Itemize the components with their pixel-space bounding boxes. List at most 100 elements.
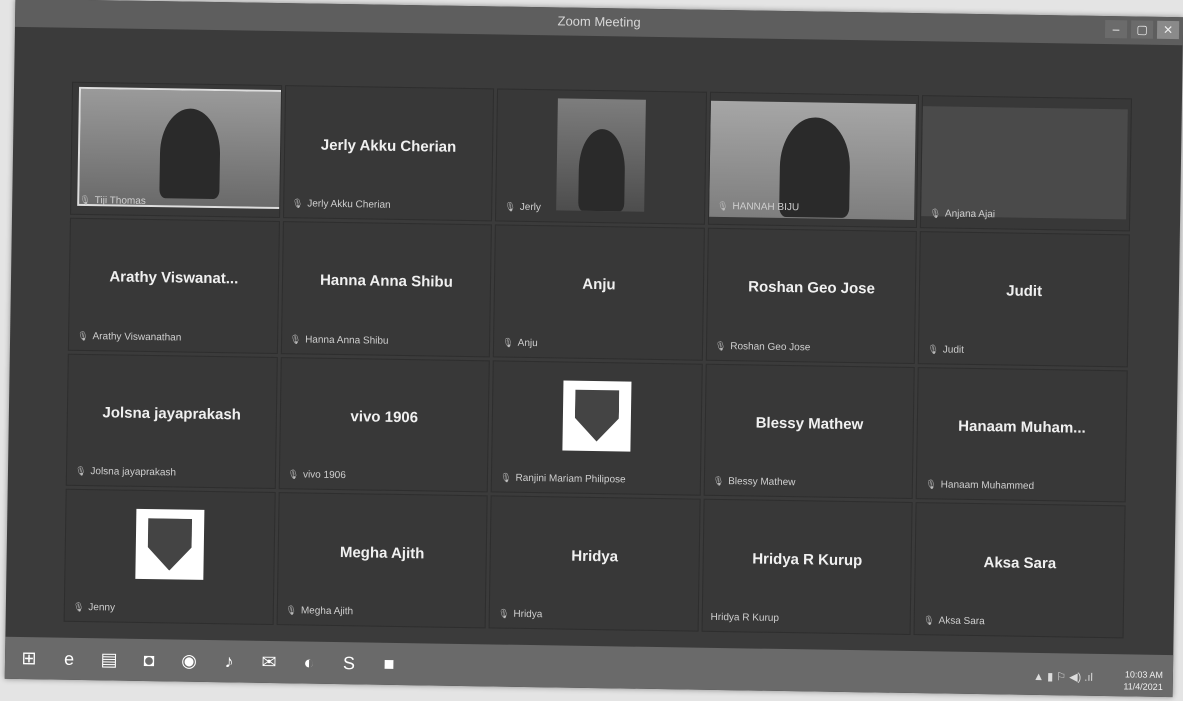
participant-name-label: 🎙 Hanna Anna Shibu — [289, 333, 389, 347]
start-icon[interactable]: ⊞ — [13, 644, 45, 672]
mic-muted-icon: 🎙 — [500, 472, 512, 483]
participant-display-name: Anju — [582, 276, 616, 294]
photo-background: Zoom Meeting – ▢ ✕ 🎙 Tiji Thomas Jerly Ak… — [0, 0, 1183, 701]
participant-tile[interactable]: Hanaam Muham... 🎙 Hanaam Muhammed — [916, 366, 1128, 503]
mic-muted-icon: 🎙 — [72, 601, 85, 613]
participant-display-name: Blessy Mathew — [755, 414, 864, 434]
participant-tile[interactable]: Jerly Akku Cherian 🎙 Jerly Akku Cherian — [282, 85, 495, 222]
skype-icon[interactable]: S — [333, 649, 365, 677]
participant-tile[interactable]: Roshan Geo Jose 🎙 Roshan Geo Jose — [705, 227, 918, 364]
participant-name-label: 🎙 Ranjini Mariam Philipose — [500, 472, 626, 486]
participant-video — [77, 86, 282, 210]
participant-display-name: Hridya R Kurup — [752, 550, 863, 570]
app2-icon[interactable]: ♪ — [213, 647, 245, 675]
participant-name-label: 🎙 Roshan Geo Jose — [714, 340, 811, 353]
clock-date: 11/4/2021 — [1123, 681, 1163, 692]
participant-name-label: 🎙 Megha Ajith — [285, 605, 354, 618]
participant-display-name: vivo 1906 — [350, 408, 419, 427]
participant-tile[interactable]: Blessy Mathew 🎙 Blessy Mathew — [703, 363, 916, 500]
college-logo — [135, 509, 205, 581]
mic-muted-icon: 🎙 — [79, 194, 91, 205]
mic-muted-icon: 🎙 — [285, 605, 297, 616]
participant-display-name: Roshan Geo Jose — [748, 278, 876, 298]
participant-tile[interactable]: 🎙 Ranjini Mariam Philipose — [490, 359, 703, 496]
participant-tile[interactable]: 🎙 Tiji Thomas — [70, 81, 282, 218]
participant-display-name: Aksa Sara — [983, 554, 1057, 573]
minimize-button[interactable]: – — [1104, 19, 1128, 39]
person-silhouette — [159, 108, 221, 200]
mic-muted-icon: 🎙 — [289, 333, 302, 344]
gallery-grid: 🎙 Tiji Thomas Jerly Akku Cherian 🎙 Jerly A… — [63, 81, 1132, 639]
participant-tile[interactable]: Hridya 🎙 Hridya — [488, 495, 701, 632]
participant-tile[interactable]: Arathy Viswanat... 🎙 Arathy Viswanathan — [67, 217, 280, 354]
participant-display-name: Arathy Viswanat... — [109, 268, 239, 288]
participant-name-label: 🎙 Hridya — [497, 608, 543, 621]
windows-taskbar: ⊞ e ▤ ◘ ◉ ♪ ✉ ◐ S ■ ▲ ▮ ⚐ ◀) .ıl 10:03 A… — [4, 636, 1174, 698]
participant-tile[interactable]: 🎙 Jerly — [495, 88, 707, 225]
file-explorer-icon[interactable]: ▤ — [93, 645, 125, 673]
store-icon[interactable]: ◘ — [133, 646, 165, 674]
participant-video — [556, 98, 647, 212]
participant-tile[interactable]: Anju 🎙 Anju — [493, 224, 705, 361]
media-icon[interactable]: ◐ — [293, 648, 325, 676]
participant-tile[interactable]: Aksa Sara 🎙 Aksa Sara — [913, 502, 1126, 639]
window-titlebar[interactable]: Zoom Meeting – ▢ ✕ — [14, 0, 1183, 46]
mic-muted-icon: 🎙 — [504, 201, 516, 212]
person-silhouette — [578, 128, 626, 212]
zoom-icon[interactable]: ■ — [373, 650, 405, 678]
participant-display-name: Jerly Akku Cherian — [320, 136, 457, 156]
participant-display-name: Hanna Anna Shibu — [319, 272, 453, 292]
mic-muted-icon: 🎙 — [925, 479, 937, 490]
participant-display-name: Hridya — [571, 547, 619, 566]
monitor-screen: Zoom Meeting – ▢ ✕ 🎙 Tiji Thomas Jerly Ak… — [4, 0, 1183, 698]
window-controls: – ▢ ✕ — [1104, 19, 1180, 40]
mic-muted-icon: 🎙 — [927, 343, 939, 354]
participant-display-name: Hanaam Muham... — [958, 417, 1086, 437]
clock-time: 10:03 AM — [1124, 669, 1164, 680]
participant-name-label: 🎙 Jolsna jayaprakash — [74, 466, 177, 479]
mic-muted-icon: 🎙 — [287, 469, 300, 480]
close-button[interactable]: ✕ — [1156, 20, 1180, 40]
window-title: Zoom Meeting — [557, 13, 641, 30]
participant-name-label: Hridya R Kurup — [710, 611, 780, 624]
participant-display-name: Megha Ajith — [339, 543, 425, 563]
system-tray-icons[interactable]: ▲ ▮ ⚐ ◀) .ıl — [1033, 670, 1093, 684]
participant-tile[interactable]: Hridya R Kurup Hridya R Kurup — [701, 498, 914, 636]
mail-icon[interactable]: ✉ — [253, 648, 285, 676]
mic-muted-icon: 🎙 — [716, 200, 729, 211]
internet-explorer-icon[interactable]: e — [53, 645, 85, 673]
mic-muted-icon: 🎙 — [502, 337, 514, 348]
mic-muted-icon: 🎙 — [712, 476, 725, 487]
participant-tile[interactable]: 🎙 Anjana Ajai — [920, 95, 1132, 232]
mic-muted-icon: 🎙 — [923, 615, 935, 626]
participant-tile[interactable]: 🎙 HANNAH BIJU — [707, 91, 920, 228]
participant-name-label: 🎙 Tiji Thomas — [79, 194, 146, 207]
participant-name-label: 🎙 Anju — [502, 337, 538, 349]
participant-name-label: 🎙 Arathy Viswanathan — [77, 330, 182, 344]
participant-tile[interactable]: Hanna Anna Shibu 🎙 Hanna Anna Shibu — [280, 220, 493, 357]
participant-name-label: 🎙 vivo 1906 — [287, 469, 346, 482]
participant-name-label: 🎙 HANNAH BIJU — [716, 200, 800, 213]
maximize-button[interactable]: ▢ — [1130, 20, 1154, 39]
shield-icon — [575, 389, 620, 442]
participant-name-label: 🎙 Jerly — [504, 201, 542, 213]
participant-tile[interactable]: Megha Ajith 🎙 Megha Ajith — [276, 492, 488, 629]
mic-muted-icon: 🎙 — [714, 340, 727, 351]
shield-icon — [147, 518, 192, 571]
participant-display-name: Judit — [1006, 282, 1043, 301]
mic-muted-icon: 🎙 — [291, 197, 304, 209]
participant-tile[interactable]: Jolsna jayaprakash 🎙 Jolsna jayaprakash — [65, 353, 278, 490]
participant-tile[interactable]: 🎙 Jenny — [63, 488, 276, 625]
participant-name-label: 🎙 Jerly Akku Cherian — [291, 197, 391, 211]
participant-name-label: 🎙 Hanaam Muhammed — [925, 479, 1035, 493]
participant-name-label: 🎙 Aksa Sara — [923, 615, 985, 628]
participant-tile[interactable]: Judit 🎙 Judit — [918, 230, 1130, 367]
participant-name-label: 🎙 Blessy Mathew — [712, 476, 796, 489]
mic-muted-icon: 🎙 — [497, 608, 510, 619]
app-icon[interactable]: ◉ — [173, 646, 205, 674]
participant-video — [921, 106, 1129, 220]
participant-name-label: 🎙 Judit — [927, 343, 965, 356]
participant-tile[interactable]: vivo 1906 🎙 vivo 1906 — [278, 356, 490, 493]
clock[interactable]: 10:03 AM 11/4/2021 — [1123, 668, 1163, 693]
mic-muted-icon: 🎙 — [77, 330, 89, 341]
